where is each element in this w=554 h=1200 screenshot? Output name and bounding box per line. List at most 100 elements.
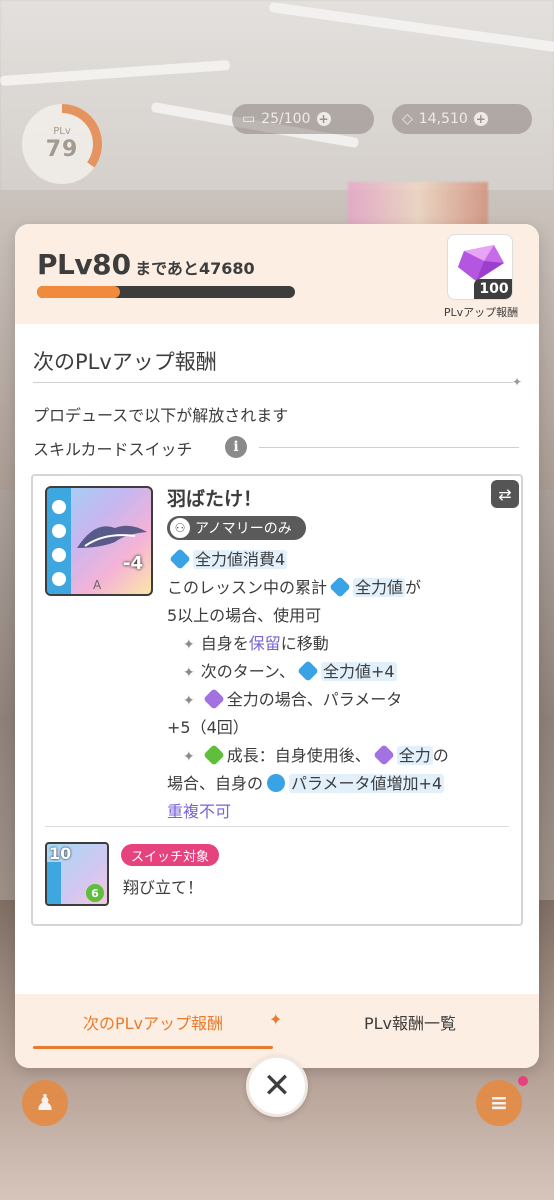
anomaly-icon: ⚇	[168, 516, 192, 540]
parameter-icon	[267, 774, 286, 792]
plv-label: PLv	[53, 126, 71, 137]
effect-text: 自身を	[200, 634, 249, 653]
close-button[interactable]: ✕	[246, 1055, 308, 1117]
info-icon[interactable]: i	[225, 436, 247, 458]
plv-next-value: 80	[92, 248, 132, 281]
effect-line: ✦ 自身を保留に移動	[183, 630, 329, 659]
effect-text: 次のターン、	[200, 662, 295, 681]
switch-target-level: 10	[49, 844, 72, 863]
card-type-icon	[50, 546, 68, 564]
gems-plus-icon[interactable]: +	[473, 112, 488, 126]
effect-text: 全力	[396, 746, 433, 765]
skill-card-switch-label: スキルカードスイッチ	[33, 440, 193, 459]
sparkle-icon: ✦	[183, 665, 195, 681]
full-power-icon	[297, 660, 319, 682]
gems-pill[interactable]: ◇ 14,510 +	[392, 104, 532, 134]
gem-icon: ◇	[402, 111, 413, 127]
growth-icon	[202, 744, 225, 766]
swap-icon[interactable]: ⇄	[491, 480, 519, 508]
anomaly-badge-label: アノマリーのみ	[195, 521, 292, 537]
card-divider	[45, 826, 509, 827]
full-power-icon	[329, 576, 351, 598]
effect-text: の	[432, 746, 449, 765]
anomaly-badge: ⚇ アノマリーのみ	[167, 516, 306, 540]
full-power-state-icon	[372, 744, 395, 766]
section-divider	[33, 382, 513, 383]
wing-icon	[77, 525, 147, 548]
reward-count: 100	[474, 279, 512, 299]
sparkle-icon: ✦	[512, 375, 523, 389]
effect-text: 全力値+4	[320, 662, 397, 681]
card-cost: -4	[123, 553, 143, 574]
unlock-text: プロデュースで以下が解放されます	[33, 406, 289, 425]
plv-reward-dialog: PLv 80 まであと 47680 100 PLvアップ報酬 次のPLvアップ報…	[15, 224, 539, 1068]
remaining-label: まであと	[135, 259, 199, 278]
effect-line: このレッスン中の累計 全力値が	[167, 574, 421, 602]
effect-line: 5以上の場合、使用可	[167, 602, 321, 630]
card-side-strip	[47, 862, 61, 904]
effect-text: このレッスン中の累計	[167, 578, 328, 597]
tab-reward-list[interactable]: PLv報酬一覧	[295, 994, 525, 1050]
producer-level-indicator[interactable]: PLv 79	[22, 104, 102, 184]
sparkle-icon: ✦	[183, 637, 195, 653]
switch-target-name: 翔び立て！	[123, 878, 204, 897]
effect-line: ✦ 次のターン、 全力値+4	[183, 658, 397, 687]
xp-progress-bar	[37, 286, 295, 298]
effect-line: 全力値消費4	[167, 546, 288, 574]
effect-text: が	[405, 578, 422, 597]
switch-divider	[259, 447, 519, 448]
card-grade: A	[93, 578, 102, 592]
reward-item[interactable]: 100	[447, 234, 513, 300]
effect-text: 成長：自身使用後、	[226, 746, 371, 765]
plv-prefix: PLv	[37, 248, 93, 281]
section-title: 次のPLvアップ報酬	[33, 350, 217, 374]
plv-value: 79	[45, 137, 79, 162]
full-power-icon	[169, 548, 191, 570]
effect-line: 重複不可	[167, 798, 231, 826]
effect-text: 全力値	[353, 578, 406, 597]
effect-text: 全力値消費4	[193, 550, 288, 569]
sparkle-icon: ✦	[183, 693, 195, 709]
dialog-header: PLv 80 まであと 47680 100 PLvアップ報酬	[15, 224, 539, 324]
skill-card-image[interactable]: -4 A	[45, 486, 153, 596]
switch-target-card-image[interactable]: 10 6	[45, 842, 109, 906]
effect-text: パラメータ値増加+4	[289, 774, 445, 793]
tab-next-reward[interactable]: 次のPLvアップ報酬	[33, 994, 273, 1050]
effect-line: +5（4回）	[167, 714, 249, 742]
effect-keyword: 重複不可	[167, 802, 232, 821]
full-power-state-icon	[202, 688, 225, 710]
next-plv-label: PLv 80 まであと 47680	[37, 248, 255, 281]
remaining-value: 47680	[198, 259, 255, 278]
notification-dot	[518, 1076, 528, 1086]
stamina-icon: ▭	[242, 111, 256, 127]
effect-text: 全力の場合、パラメータ	[226, 690, 403, 709]
effect-line: ✦ 成長：自身使用後、 全力の	[183, 742, 449, 771]
effect-line: ✦ 全力の場合、パラメータ	[183, 686, 402, 715]
effect-line: 場合、自身の パラメータ値増加+4	[167, 770, 445, 798]
reward-caption: PLvアップ報酬	[443, 306, 519, 319]
stamina-plus-icon[interactable]: +	[316, 112, 331, 126]
switch-target-cost: 6	[86, 884, 104, 902]
effect-text: 場合、自身の	[167, 774, 264, 793]
stamina-value: 25/100	[261, 111, 311, 127]
effect-text: 5以上の場合、使用可	[167, 606, 322, 625]
sparkle-icon: ✦	[183, 749, 195, 765]
person-icon: ♟	[35, 1090, 55, 1116]
card-name: 羽ばたけ！	[167, 488, 263, 510]
card-type-icon	[50, 522, 68, 540]
card-type-icon	[50, 570, 68, 588]
effect-text: +5（4回）	[167, 718, 249, 737]
switch-target-badge: スイッチ対象	[121, 844, 220, 866]
active-tab-indicator	[33, 1046, 273, 1049]
gems-value: 14,510	[418, 111, 468, 127]
menu-button[interactable]: ≡	[476, 1080, 522, 1126]
xp-progress-fill	[37, 286, 120, 298]
skill-card-panel: ⇄ -4 A 羽ばたけ！ ⚇ アノマリーのみ 全力値消費4 このレッスン中の累計…	[31, 474, 523, 926]
menu-icon: ≡	[489, 1090, 509, 1116]
character-button[interactable]: ♟	[22, 1080, 68, 1126]
effect-keyword: 保留	[248, 634, 281, 653]
close-icon: ✕	[262, 1066, 292, 1106]
stamina-pill[interactable]: ▭ 25/100 +	[232, 104, 374, 134]
card-type-icon	[50, 498, 68, 516]
sparkle-icon: ✦	[269, 1010, 283, 1029]
